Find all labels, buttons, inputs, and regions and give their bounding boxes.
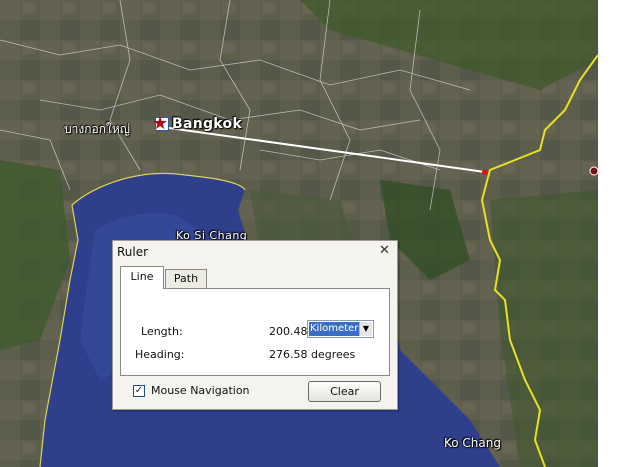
place-label-bangkok: Bangkok [172, 116, 243, 132]
close-icon[interactable]: ✕ [378, 244, 391, 257]
line-tab-panel: Length: 200.48 Kilometers ▼ Heading: 276… [120, 288, 390, 376]
clear-button[interactable]: Clear [308, 381, 381, 402]
capital-star-icon: ★ [152, 113, 169, 134]
length-value: 200.48 [269, 325, 308, 338]
place-label-ko-chang: Ko Chang [444, 436, 501, 450]
length-label: Length: [141, 325, 183, 338]
place-label-bangkok-thai: บางกอกใหญ่ [64, 122, 130, 136]
chevron-down-icon[interactable]: ▼ [359, 322, 372, 336]
tab-line[interactable]: Line [120, 266, 164, 289]
heading-label: Heading: [135, 348, 185, 361]
unit-select[interactable]: Kilometers ▼ [307, 320, 374, 338]
unit-selected-value: Kilometers [309, 322, 364, 336]
dialog-title: Ruler [117, 245, 149, 259]
mouse-navigation-checkbox[interactable]: ✓ [133, 385, 145, 397]
heading-value: 276.58 degrees [269, 348, 356, 361]
ruler-dialog[interactable]: Ruler ✕ Line Path Length: 200.48 Kilomet… [112, 240, 398, 410]
mouse-navigation-label: Mouse Navigation [151, 384, 250, 397]
tab-path[interactable]: Path [165, 269, 207, 288]
